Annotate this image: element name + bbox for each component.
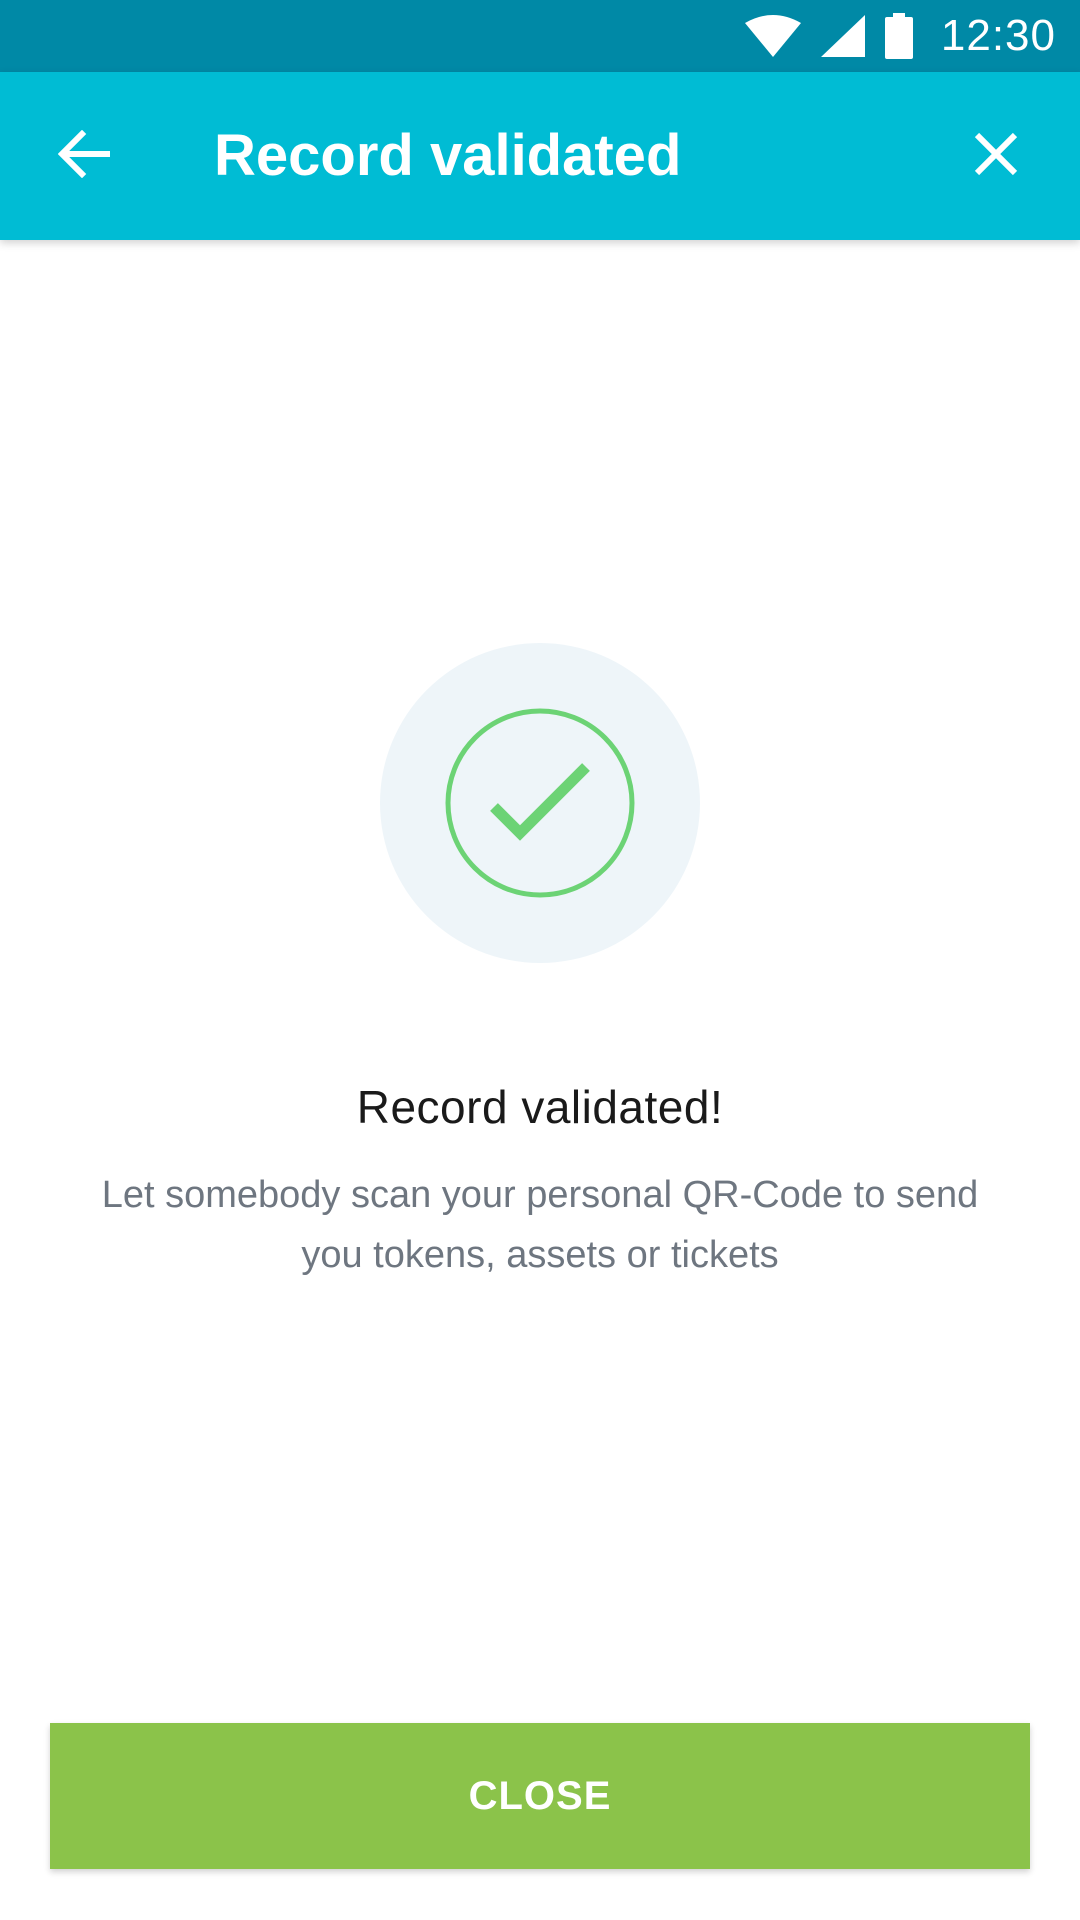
status-time: 12:30 xyxy=(940,11,1056,60)
close-x-button[interactable] xyxy=(948,108,1044,204)
status-icons: 12:30 xyxy=(744,0,1056,72)
checkmark-circle-icon xyxy=(444,707,636,899)
success-headline: Record validated! xyxy=(356,1081,724,1133)
status-bar: 12:30 xyxy=(0,0,1080,72)
cellular-signal-icon xyxy=(820,15,865,57)
battery-icon xyxy=(884,13,913,59)
close-button-label: CLOSE xyxy=(468,1773,612,1818)
close-icon xyxy=(974,132,1018,181)
arrow-back-icon xyxy=(57,129,111,183)
close-button[interactable]: CLOSE xyxy=(50,1723,1030,1869)
app-bar: Record validated xyxy=(0,72,1080,240)
back-button[interactable] xyxy=(36,108,132,204)
success-message: Let somebody scan your personal QR-Code … xyxy=(101,1174,979,1276)
screen: 12:30 Record validated Record validated!… xyxy=(0,0,1080,1920)
page-title: Record validated xyxy=(214,123,682,188)
wifi-icon xyxy=(744,15,801,57)
